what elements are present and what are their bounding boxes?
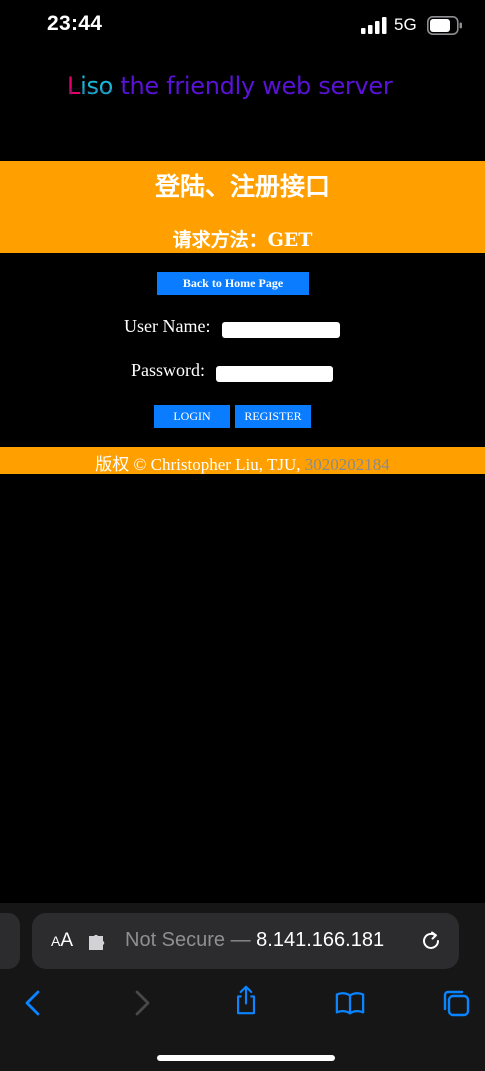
- logo-tagline: the friendly web server: [113, 72, 393, 100]
- username-input[interactable]: [222, 322, 340, 338]
- previous-tab-preview[interactable]: [0, 913, 20, 969]
- password-input[interactable]: [216, 366, 333, 382]
- battery-icon: [427, 16, 462, 35]
- page-footer: 版权 © Christopher Liu, TJU, 3020202184: [0, 447, 485, 474]
- status-bar: 23:44 5G: [0, 0, 485, 52]
- reload-icon[interactable]: [419, 929, 443, 953]
- username-label: User Name:: [124, 316, 211, 336]
- home-indicator: [157, 1055, 335, 1061]
- network-type-label: 5G: [394, 15, 417, 34]
- password-label: Password:: [131, 360, 206, 380]
- tabs-icon[interactable]: [441, 988, 471, 1018]
- copyright-text: 版权 © Christopher Liu, TJU, 3020202184: [0, 450, 485, 475]
- browser-toolbar: AA Not Secure — 8.141.166.181: [0, 903, 485, 1071]
- page-title: 登陆、注册接口: [154, 172, 330, 201]
- extension-icon[interactable]: [87, 932, 109, 950]
- share-icon[interactable]: [231, 985, 261, 1015]
- back-icon[interactable]: [19, 988, 49, 1018]
- address-bar[interactable]: AA Not Secure — 8.141.166.181: [32, 913, 459, 969]
- signal-bars-icon: [361, 17, 387, 34]
- register-button[interactable]: REGISTER: [235, 405, 311, 428]
- url-display[interactable]: Not Secure — 8.141.166.181: [125, 929, 384, 952]
- forward-icon[interactable]: [126, 988, 156, 1018]
- back-to-home-button[interactable]: Back to Home Page: [157, 272, 309, 295]
- logo-reflection: Liso: [67, 86, 115, 96]
- security-label: Not Secure —: [125, 929, 257, 951]
- url-host: 8.141.166.181: [256, 929, 385, 951]
- student-id: 3020202184: [304, 455, 390, 474]
- reader-settings-button[interactable]: AA: [51, 930, 73, 952]
- request-method: 请求方法：GET: [172, 229, 313, 251]
- login-button[interactable]: LOGIN: [154, 405, 230, 428]
- status-time: 23:44: [47, 12, 103, 35]
- copyright-label: 版权 © Christopher Liu, TJU,: [95, 455, 305, 474]
- page-banner: 登陆、注册接口 请求方法：GET: [0, 161, 485, 253]
- bookmarks-icon[interactable]: [335, 988, 365, 1018]
- phone-screen: 23:44 5G Liso the friendly web server Li…: [0, 0, 485, 1071]
- site-logo: Liso the friendly web server: [67, 72, 393, 100]
